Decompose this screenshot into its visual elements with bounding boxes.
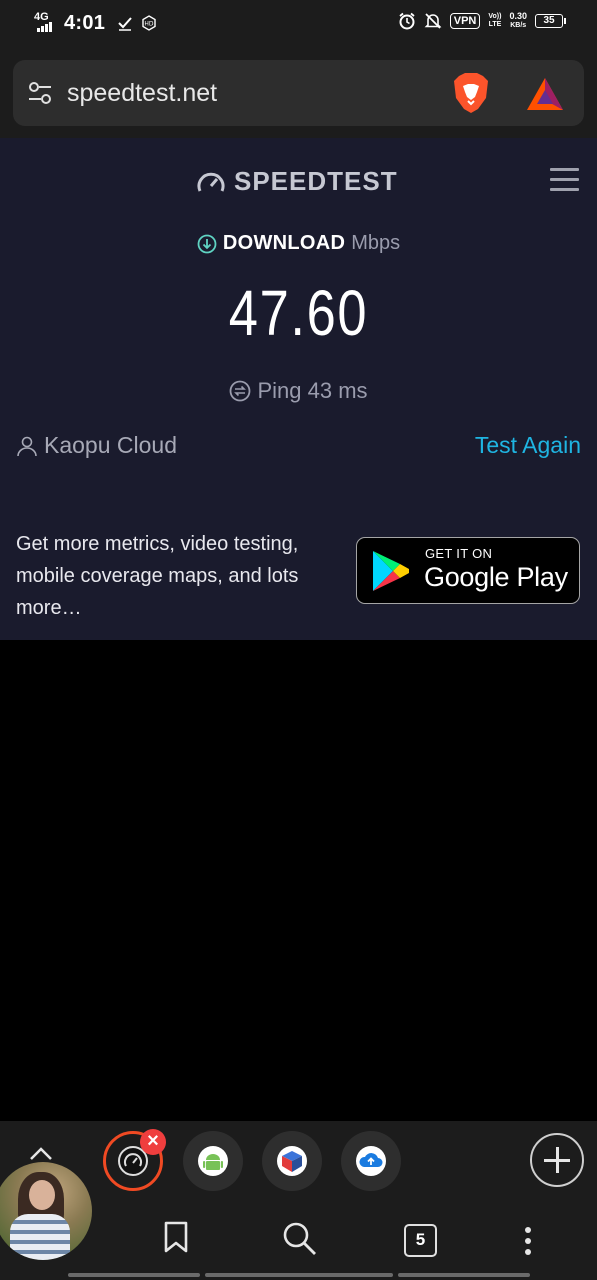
hamburger-menu-icon[interactable] [550,168,580,192]
bat-icon[interactable] [525,76,565,112]
browser-toolbar: speedtest.net [0,48,597,138]
volte-indicator: Vo)) LTE [488,13,501,29]
ping-row: Ping 43 ms [0,378,597,404]
svg-text:HD: HD [145,21,155,28]
gesture-bar-left [68,1273,200,1277]
vpn-indicator: VPN [449,13,481,29]
provider[interactable]: Kaopu Cloud [16,432,177,459]
brave-lion-icon[interactable] [453,72,489,114]
speedtest-logo[interactable]: SPEEDTEST [196,166,398,197]
user-icon [17,436,37,456]
address-bar[interactable]: speedtest.net [13,60,584,126]
status-bar: 4G 4:01 HD VPN Vo)) LTE 0.30 KB/s 35 [0,0,597,48]
gesture-bar-right [398,1273,530,1277]
tab-count: 5 [415,1230,426,1249]
hd-icon: HD [142,15,156,31]
ping-label: Ping 43 ms [257,378,368,403]
metric-unit: Mbps [351,232,401,254]
vpn-cube-icon [277,1146,307,1176]
logo-text: SPEEDTEST [234,166,398,196]
check-icon [118,17,132,31]
battery-icon: 35 [535,14,566,28]
signal-icon: 4G [34,10,56,36]
tab-vpn[interactable] [262,1131,322,1191]
promo-text: Get more metrics, video testing, mobile … [16,533,299,619]
tune-icon[interactable] [27,80,53,106]
tab-cloud[interactable] [341,1131,401,1191]
google-play-icon [373,551,409,591]
close-tab-icon[interactable]: × [140,1129,166,1155]
download-arrow-icon [197,234,217,253]
metric-header: DOWNLOAD Mbps [0,232,597,255]
speedtest-page: SPEEDTEST DOWNLOAD Mbps 47.60 Ping 43 ms… [0,138,597,640]
chevron-up-icon[interactable] [28,1145,54,1161]
volte-top: Vo)) [488,13,502,20]
alarm-icon [399,12,415,30]
gesture-bar-center [205,1273,393,1277]
net-speed: 0.30 KB/s [509,12,527,30]
test-again-link[interactable]: Test Again [475,432,581,459]
tab-android[interactable] [183,1131,243,1191]
provider-name: Kaopu Cloud [44,432,177,458]
tab-count-button[interactable]: 5 [404,1224,437,1257]
avatar-body [10,1214,70,1260]
more-vert-icon[interactable] [525,1227,533,1260]
cloud-upload-icon [356,1146,386,1176]
gplay-big-text: Google Play [424,562,568,592]
bookmark-icon[interactable] [163,1221,189,1253]
gplay-small-text: GET IT ON [425,546,493,561]
google-play-badge[interactable]: GET IT ON Google Play [356,537,580,604]
speed-value: 47.60 [228,277,369,349]
ping-icon [230,380,251,402]
search-icon[interactable] [281,1221,317,1257]
speedometer-icon [197,172,225,192]
metric-label: DOWNLOAD [222,232,346,254]
url-text[interactable]: speedtest.net [67,79,217,108]
android-icon [198,1146,228,1176]
new-tab-plus-icon[interactable] [530,1133,584,1187]
battery-level: 35 [543,15,555,26]
net-speed-unit: KB/s [510,22,527,29]
net-speed-value: 0.30 [509,11,527,21]
avatar-face [29,1180,55,1210]
mute-bell-icon [424,13,442,29]
clock: 4:01 [64,11,106,34]
volte-bottom: LTE [488,21,502,28]
